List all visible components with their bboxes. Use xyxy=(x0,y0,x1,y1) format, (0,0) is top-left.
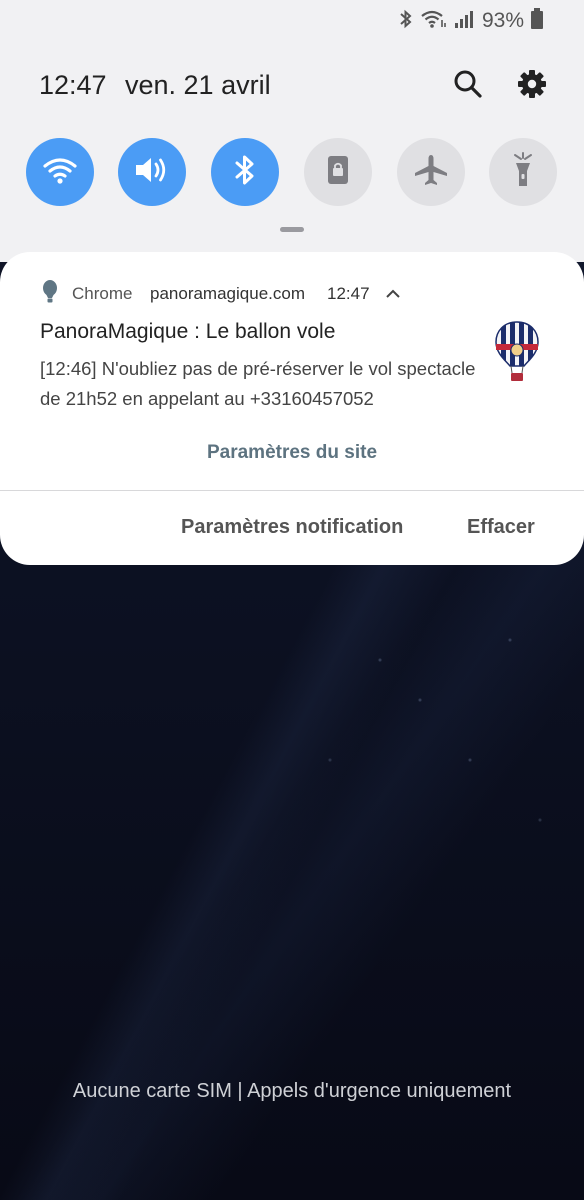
collapse-button[interactable] xyxy=(385,287,401,305)
clock: 12:47 xyxy=(39,70,107,100)
settings-gear-icon xyxy=(517,69,547,104)
battery-icon xyxy=(530,7,544,35)
status-bar: 93% xyxy=(398,7,544,35)
wifi-icon xyxy=(42,155,78,190)
airplane-mode-tile[interactable] xyxy=(397,138,465,206)
shade-drag-handle[interactable] xyxy=(280,227,304,232)
bluetooth-icon xyxy=(232,153,258,192)
chevron-up-icon xyxy=(385,287,401,304)
notification-site: panoramagique.com xyxy=(150,284,305,303)
flashlight-tile[interactable] xyxy=(489,138,557,206)
notification-app-name: Chrome xyxy=(72,284,133,303)
notification-time: 12:47 xyxy=(327,284,370,303)
volume-icon xyxy=(133,154,171,191)
portrait-lock-tile[interactable] xyxy=(304,138,372,206)
notification-title: PanoraMagique : Le ballon vole xyxy=(40,320,336,343)
hot-air-balloon-icon xyxy=(494,320,540,387)
site-settings-button[interactable]: Paramètres du site xyxy=(0,442,584,464)
battery-percent: 93% xyxy=(481,9,524,32)
clear-button[interactable]: Effacer xyxy=(467,516,535,539)
card-divider xyxy=(0,490,584,491)
notification-shade xyxy=(0,0,584,262)
signal-icon xyxy=(454,9,474,34)
rotation-lock-icon xyxy=(324,154,352,191)
notification-body: [12:46] N'oubliez pas de pré-réserver le… xyxy=(40,358,476,409)
date: ven. 21 avril xyxy=(125,70,271,100)
chrome-app-icon xyxy=(40,280,60,309)
search-button[interactable] xyxy=(448,66,488,106)
bluetooth-icon xyxy=(398,9,414,34)
settings-button[interactable] xyxy=(512,66,552,106)
wifi-icon xyxy=(420,9,448,34)
search-icon xyxy=(453,69,483,104)
bluetooth-tile[interactable] xyxy=(211,138,279,206)
notification-settings-button[interactable]: Paramètres notification xyxy=(181,516,403,539)
wifi-tile[interactable] xyxy=(26,138,94,206)
airplane-icon xyxy=(413,153,449,192)
flashlight-icon xyxy=(508,151,538,193)
sim-status-text: Aucune carte SIM | Appels d'urgence uniq… xyxy=(72,1080,512,1102)
sound-tile[interactable] xyxy=(118,138,186,206)
